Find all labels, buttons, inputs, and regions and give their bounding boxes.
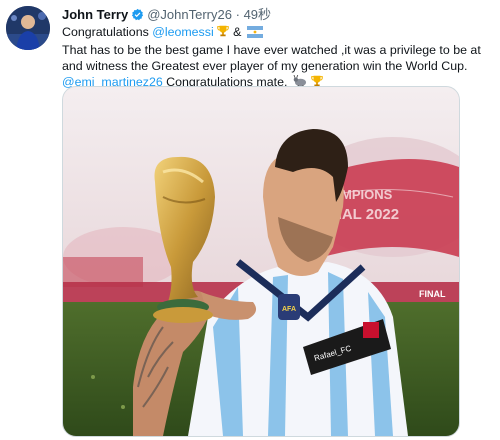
separator-dot: ·: [235, 7, 240, 22]
tweet-line-1: Congratulations @leomessi &: [62, 24, 494, 42]
text-ampersand: &: [229, 25, 245, 39]
verified-badge-icon: [131, 8, 144, 25]
author-handle[interactable]: @JohnTerry26: [147, 7, 232, 22]
tweet-text: Congratulations @leomessi & That has to …: [62, 24, 494, 92]
author-name[interactable]: John Terry: [62, 7, 128, 22]
text-congratulations: Congratulations: [62, 25, 153, 39]
trophy-emoji-icon: [216, 24, 230, 42]
crest-text: AFA: [282, 306, 296, 313]
avatar[interactable]: [6, 6, 50, 50]
argentina-flag-emoji-icon: [246, 26, 263, 42]
tweet-header: John Terry @JohnTerry26 · 49秒: [62, 7, 271, 25]
timestamp[interactable]: 49秒: [244, 7, 271, 22]
mention-leomessi[interactable]: @leomessi: [152, 25, 213, 39]
tweet-line-2: That has to be the best game I have ever…: [62, 43, 481, 57]
board-text: FINAL: [419, 289, 446, 299]
tweet: John Terry @JohnTerry26 · 49秒 Congratulat…: [0, 0, 500, 440]
tweet-line-3: and witness the Greatest ever player of …: [62, 59, 468, 73]
tweet-media-image[interactable]: MPIONS NAL 2022 FINAL AFA Rafael_FC: [62, 86, 460, 437]
banner-text-1: MPIONS: [341, 187, 393, 202]
